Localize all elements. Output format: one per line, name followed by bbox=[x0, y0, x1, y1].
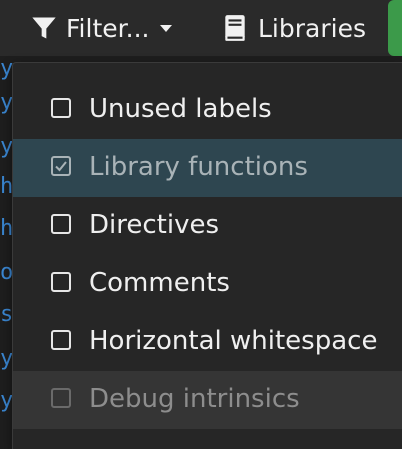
filter-option-debug-intrinsics: Debug intrinsics bbox=[13, 371, 402, 429]
checkbox-icon[interactable] bbox=[51, 156, 71, 176]
checkbox-icon bbox=[51, 388, 71, 408]
checkbox-icon[interactable] bbox=[51, 214, 71, 234]
compile-button-edge[interactable] bbox=[388, 0, 402, 56]
checkbox-icon[interactable] bbox=[51, 272, 71, 292]
filter-label: Filter... bbox=[66, 13, 150, 43]
filter-option-label: Directives bbox=[89, 210, 219, 240]
filter-option-comments[interactable]: Comments bbox=[13, 255, 402, 313]
check-icon bbox=[55, 161, 67, 172]
filter-icon bbox=[32, 17, 56, 39]
filter-option-label: Comments bbox=[89, 268, 230, 298]
filter-option-label: Unused labels bbox=[89, 94, 272, 124]
chevron-down-icon bbox=[160, 25, 173, 32]
libraries-label: Libraries bbox=[258, 13, 366, 43]
filter-option-horizontal-whitespace[interactable]: Horizontal whitespace bbox=[13, 313, 402, 371]
filter-option-label: Debug intrinsics bbox=[89, 384, 300, 414]
filter-option-label: Horizontal whitespace bbox=[89, 326, 378, 356]
filter-menu: Unused labels Library functions Directiv… bbox=[12, 62, 402, 449]
book-icon bbox=[225, 15, 245, 41]
filter-option-unused-labels[interactable]: Unused labels bbox=[13, 81, 402, 139]
filter-dropdown-button[interactable]: Filter... bbox=[30, 8, 173, 48]
toolbar: Filter... Libraries bbox=[0, 0, 402, 56]
checkbox-icon[interactable] bbox=[51, 98, 71, 118]
filter-option-label: Library functions bbox=[89, 152, 308, 182]
libraries-button[interactable]: Libraries bbox=[222, 8, 366, 48]
filter-option-library-functions[interactable]: Library functions bbox=[13, 139, 402, 197]
filter-option-directives[interactable]: Directives bbox=[13, 197, 402, 255]
checkbox-icon[interactable] bbox=[51, 330, 71, 350]
